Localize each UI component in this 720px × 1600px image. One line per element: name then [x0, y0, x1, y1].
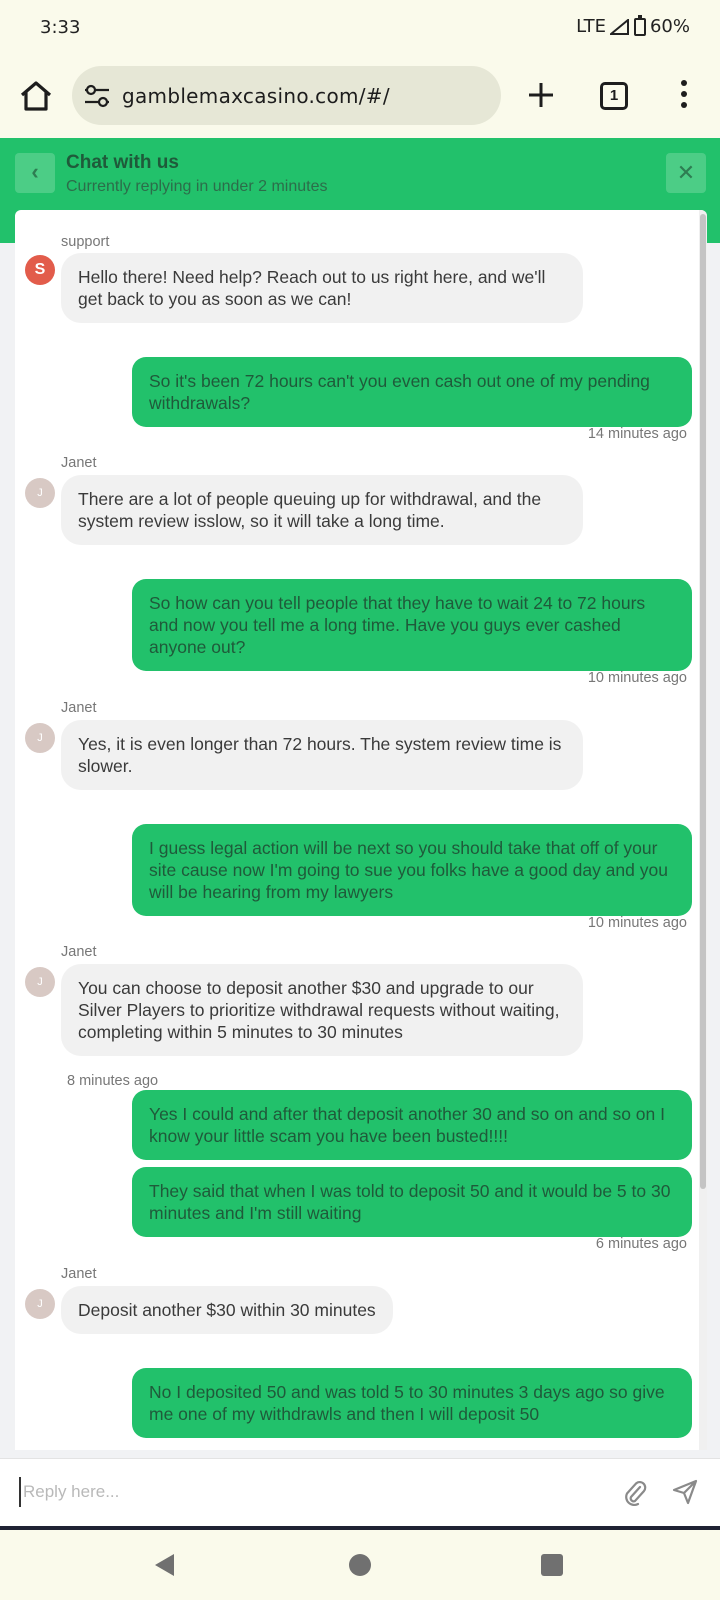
scrollbar[interactable]	[699, 210, 707, 1450]
scroll-thumb[interactable]	[700, 214, 706, 1189]
outgoing-message: So it's been 72 hours can't you even cas…	[132, 357, 692, 427]
system-nav-bar	[0, 1530, 720, 1600]
plus-icon[interactable]	[526, 80, 556, 110]
avatar: S	[25, 255, 55, 285]
signal-icon	[609, 18, 629, 35]
sender-name: Janet	[61, 1266, 97, 1282]
battery-level: 60%	[649, 16, 690, 37]
browser-toolbar: gamblemaxcasino.com/#/ 1	[0, 56, 720, 138]
incoming-message: Hello there! Need help? Reach out to us …	[61, 253, 583, 323]
sender-name: support	[61, 234, 110, 250]
sender-name: Janet	[61, 944, 97, 960]
circle-home-icon[interactable]	[349, 1554, 371, 1576]
triangle-back-icon[interactable]	[152, 1552, 178, 1578]
message-time: 6 minutes ago	[595, 1236, 687, 1252]
message-time: 10 minutes ago	[587, 670, 687, 686]
incoming-message: There are a lot of people queuing up for…	[61, 475, 583, 545]
back-button[interactable]: ‹	[15, 153, 55, 193]
status-indicators: LTE 60%	[576, 14, 690, 37]
reply-input[interactable]	[19, 1477, 579, 1507]
incoming-message: Deposit another $30 within 30 minutes	[61, 1286, 393, 1334]
incoming-message: You can choose to deposit another $30 an…	[61, 964, 583, 1056]
outgoing-message: They said that when I was told to deposi…	[132, 1167, 692, 1237]
address-bar[interactable]: gamblemaxcasino.com/#/	[72, 66, 501, 125]
avatar: J	[25, 967, 55, 997]
network-type: LTE	[576, 16, 606, 37]
battery-icon	[633, 14, 646, 36]
close-button[interactable]: ✕	[666, 153, 706, 193]
chat-title: Chat with us	[66, 152, 179, 173]
avatar: J	[25, 1289, 55, 1319]
more-vert-icon[interactable]	[676, 80, 692, 110]
tune-icon[interactable]	[84, 84, 110, 108]
home-icon[interactable]	[18, 78, 54, 114]
url-text[interactable]: gamblemaxcasino.com/#/	[122, 84, 390, 108]
outgoing-message: No I deposited 50 and was told 5 to 30 m…	[132, 1368, 692, 1438]
sender-name: Janet	[61, 455, 97, 471]
paperclip-icon[interactable]	[622, 1479, 648, 1507]
outgoing-message: Yes I could and after that deposit anoth…	[132, 1090, 692, 1160]
send-icon[interactable]	[672, 1479, 698, 1505]
message-time: 10 minutes ago	[587, 915, 687, 931]
outgoing-message: So how can you tell people that they hav…	[132, 579, 692, 671]
outgoing-message: I guess legal action will be next so you…	[132, 824, 692, 916]
incoming-message: Yes, it is even longer than 72 hours. Th…	[61, 720, 583, 790]
message-list[interactable]: support S Hello there! Need help? Reach …	[15, 210, 707, 1450]
sender-name: Janet	[61, 700, 97, 716]
reply-bar	[0, 1458, 720, 1526]
message-time: 8 minutes ago	[67, 1073, 159, 1089]
avatar: J	[25, 723, 55, 753]
status-bar: 3:33 LTE 60%	[0, 0, 720, 56]
chat-subtitle: Currently replying in under 2 minutes	[66, 178, 328, 195]
status-time: 3:33	[40, 17, 81, 38]
message-time: 14 minutes ago	[587, 426, 687, 442]
square-recent-icon[interactable]	[541, 1554, 563, 1576]
tabs-icon[interactable]: 1	[600, 82, 628, 110]
avatar: J	[25, 478, 55, 508]
